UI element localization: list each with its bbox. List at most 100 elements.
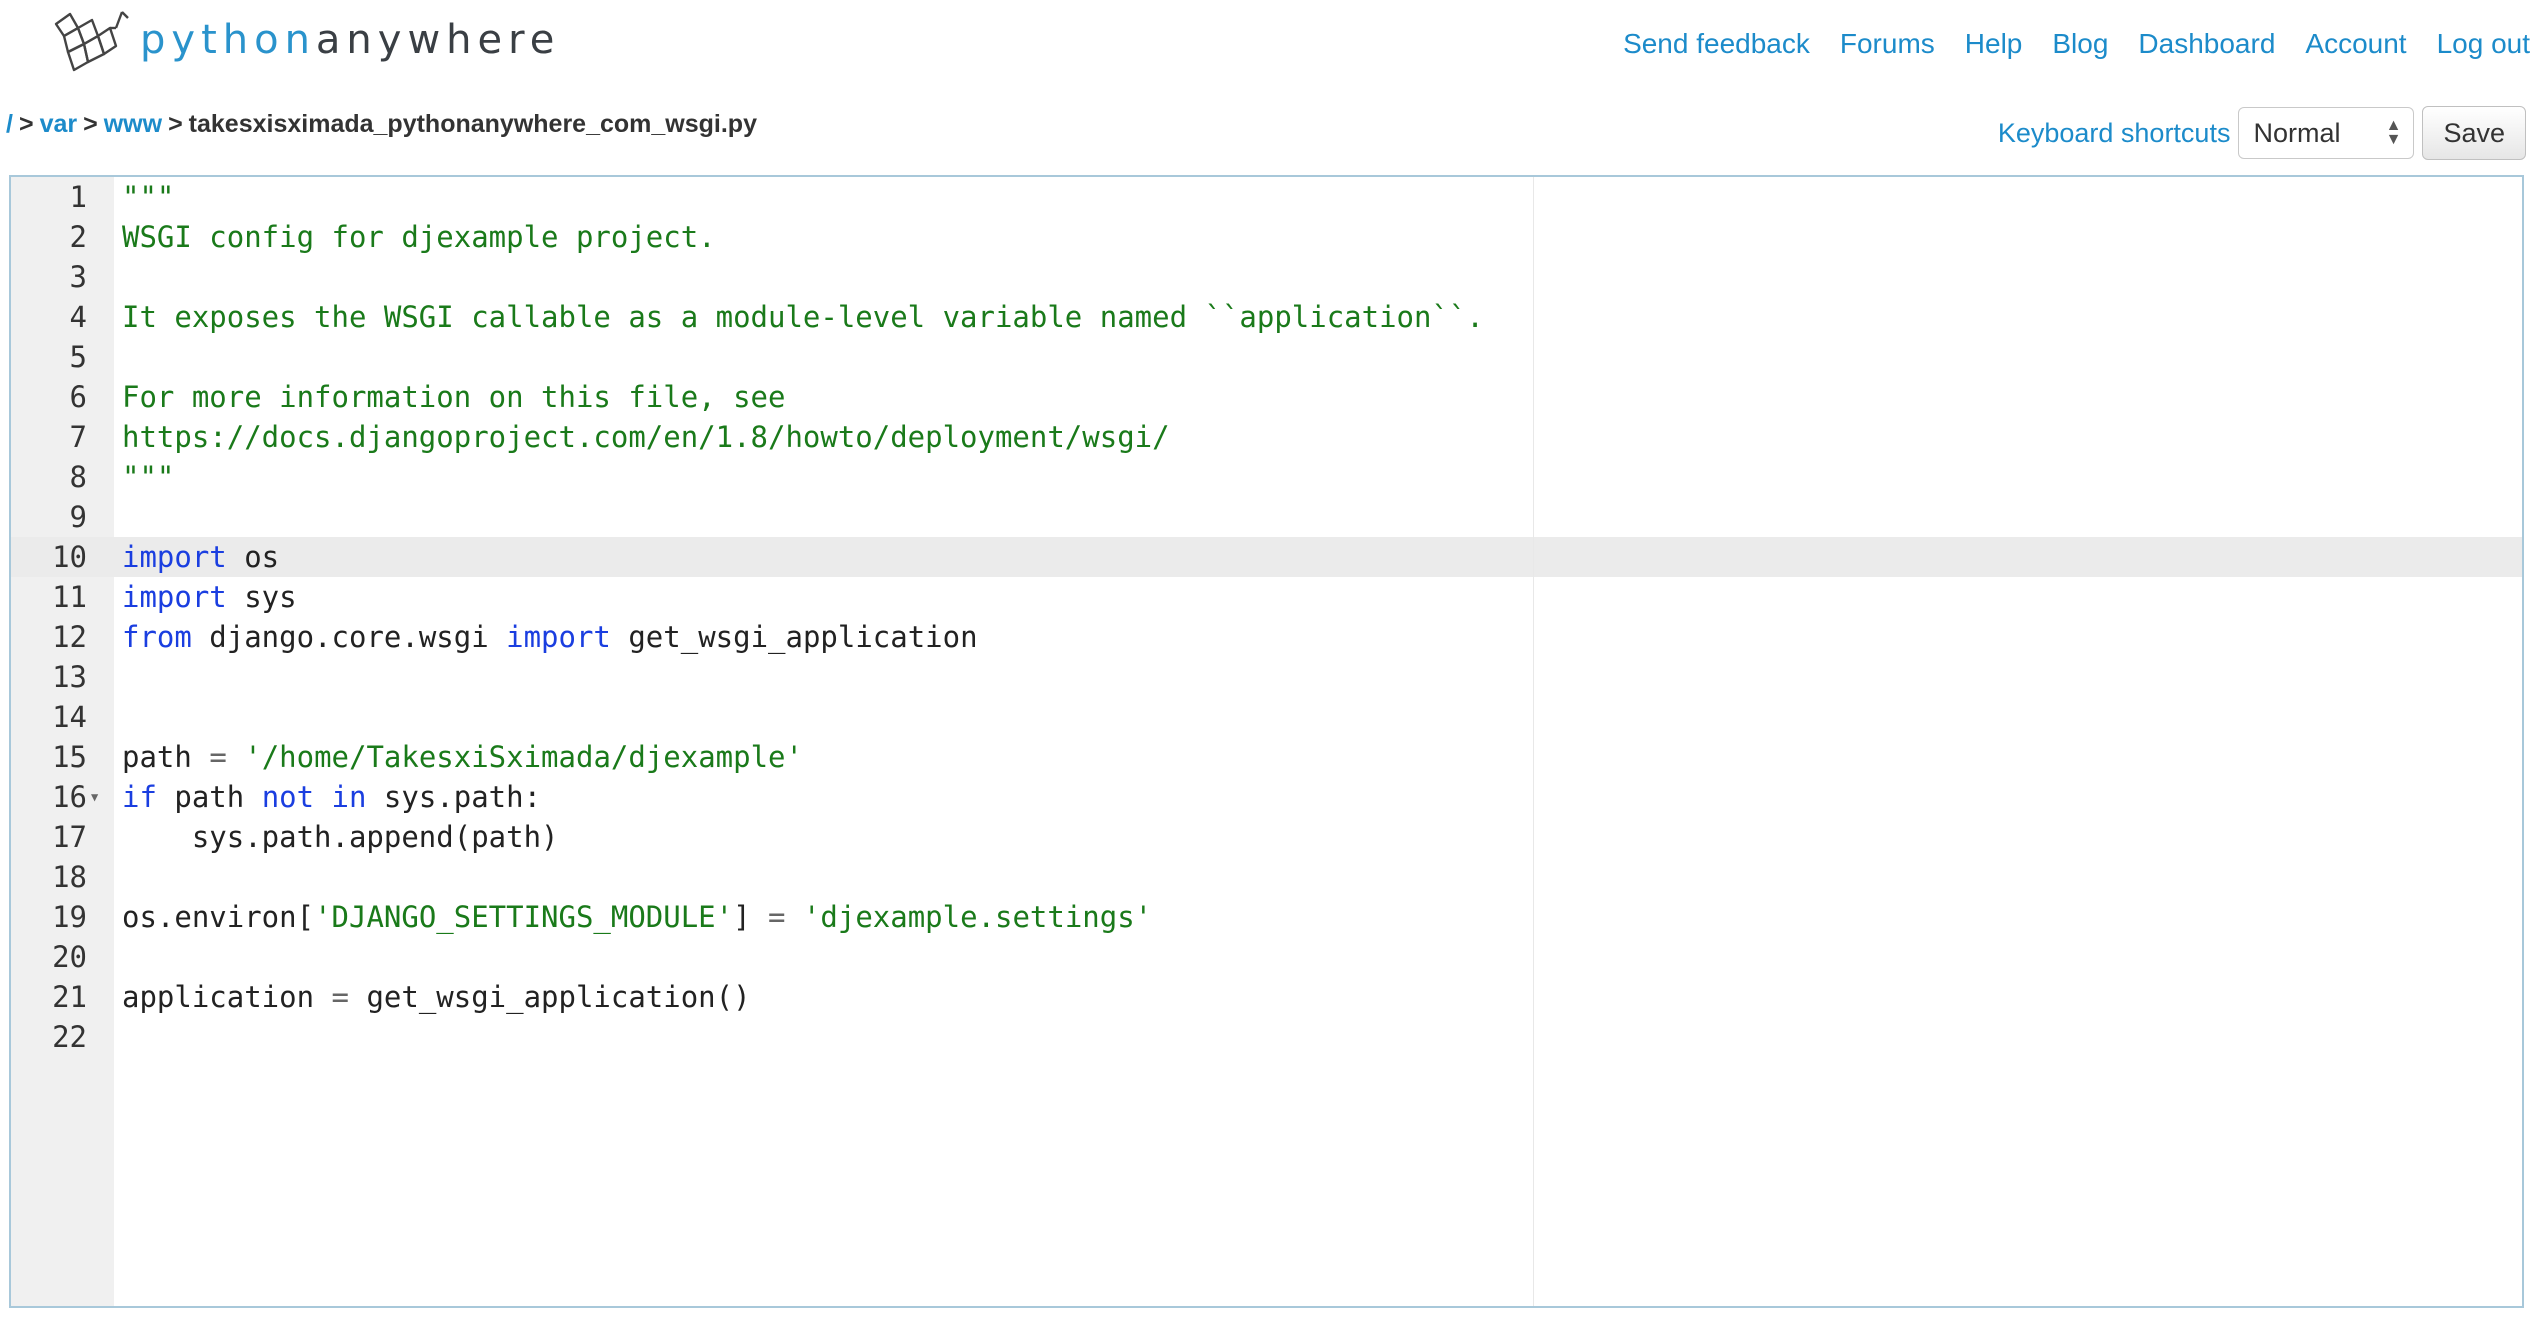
code-token-str: 'DJANGO_SETTINGS_MODULE' [314, 900, 734, 934]
line-number: 5 [69, 340, 87, 374]
code-token-str: """ [122, 460, 175, 494]
code-line[interactable]: 7 https://docs.djangoproject.com/en/1.8/h… [11, 417, 2522, 457]
line-number: 17 [52, 820, 87, 854]
code-line[interactable]: 2 WSGI config for djexample project. [11, 217, 2522, 257]
nav-forums[interactable]: Forums [1840, 28, 1935, 60]
code-line[interactable]: 17 sys.path.append(path) [11, 817, 2522, 857]
line-number: 4 [69, 300, 87, 334]
code-token-op: = [768, 900, 786, 934]
code-lines[interactable]: 1 """ 2 WSGI config for djexample project. 3… [11, 177, 2522, 1057]
code-token-op: = [209, 740, 227, 774]
code-line[interactable]: 10 import os [11, 537, 2522, 577]
keyboard-shortcuts-link[interactable]: Keyboard shortcuts [1998, 118, 2231, 149]
code-token-str: '/home/TakesxiSximada/djexample' [244, 740, 803, 774]
fold-toggle-icon[interactable]: ▼ [91, 777, 98, 817]
code-token-kw: import [122, 540, 227, 574]
code-line[interactable]: 11 import sys [11, 577, 2522, 617]
logo-wordmark: pythonanywhere [140, 17, 560, 63]
nav-log-out[interactable]: Log out [2437, 28, 2530, 60]
line-number: 12 [52, 620, 87, 654]
line-number: 1 [69, 180, 87, 214]
code-token-txt: path [122, 740, 210, 774]
code-line[interactable]: 12 from django.core.wsgi import get_wsgi_… [11, 617, 2522, 657]
nav-account[interactable]: Account [2305, 28, 2406, 60]
code-line[interactable]: 13 [11, 657, 2522, 697]
code-token-kw: not [261, 780, 315, 814]
breadcrumb-www[interactable]: www [104, 110, 162, 138]
code-line[interactable]: 16 ▼ if path not in sys.path: [11, 777, 2522, 817]
code-token-txt: get_wsgi_application() [348, 980, 751, 1014]
logo-mark-icon [54, 11, 129, 72]
code-text: import sys [122, 577, 297, 617]
code-token-kw: import [506, 620, 611, 654]
code-line[interactable]: 8 """ [11, 457, 2522, 497]
line-number: 22 [52, 1020, 87, 1054]
line-number: 6 [69, 380, 87, 414]
line-number: 16 [52, 780, 87, 814]
code-token-txt: sys [226, 580, 297, 614]
pythonanywhere-logo[interactable]: pythonanywhere [48, 6, 560, 78]
code-token-kw: if [122, 780, 157, 814]
code-text: """ [122, 177, 174, 217]
code-token-txt: path [156, 780, 262, 814]
code-token-str: https://docs.djangoproject.com/en/1.8/ho… [122, 420, 1170, 454]
save-button[interactable]: Save [2422, 106, 2526, 160]
code-token-str: For more information on this file, see [122, 380, 786, 414]
code-text: sys.path.append(path) [122, 817, 559, 857]
code-token-txt: application [122, 980, 332, 1014]
top-nav: Send feedback Forums Help Blog Dashboard… [1623, 28, 2532, 60]
line-number: 9 [69, 500, 87, 534]
breadcrumb-separator: > [83, 110, 98, 138]
code-token-str: 'djexample.settings' [802, 900, 1153, 934]
code-text: os.environ['DJANGO_SETTINGS_MODULE'] = '… [122, 897, 1152, 937]
select-arrows-icon: ▲ ▼ [2385, 117, 2402, 148]
code-text: WSGI config for djexample project. [122, 217, 716, 257]
nav-send-feedback[interactable]: Send feedback [1623, 28, 1810, 60]
code-token-op: = [331, 980, 349, 1014]
code-token-str: """ [122, 180, 175, 214]
code-text: path = '/home/TakesxiSximada/djexample' [122, 737, 803, 777]
line-number: 20 [52, 940, 87, 974]
line-number: 11 [52, 580, 87, 614]
code-text: """ [122, 457, 174, 497]
breadcrumb-var[interactable]: var [40, 110, 78, 138]
code-line[interactable]: 20 [11, 937, 2522, 977]
editor-toolbar: Keyboard shortcuts Normal ▲ ▼ Save [1998, 106, 2526, 160]
code-token-str: WSGI config for djexample project. [122, 220, 716, 254]
code-line[interactable]: 19 os.environ['DJANGO_SETTINGS_MODULE'] =… [11, 897, 2522, 937]
breadcrumb-separator: > [18, 110, 34, 138]
code-line[interactable]: 6 For more information on this file, see [11, 377, 2522, 417]
code-line[interactable]: 14 [11, 697, 2522, 737]
code-text: import os [122, 537, 279, 577]
code-line[interactable]: 5 [11, 337, 2522, 377]
code-line[interactable]: 4 It exposes the WSGI callable as a modul… [11, 297, 2522, 337]
breadcrumb-root[interactable]: / [6, 110, 13, 138]
code-token-txt: sys.path.append(path) [122, 820, 559, 854]
code-line[interactable]: 9 [11, 497, 2522, 537]
code-token-str: It exposes the WSGI callable as a module… [122, 300, 1484, 334]
code-line[interactable]: 15 path = '/home/TakesxiSximada/djexample… [11, 737, 2522, 777]
breadcrumb: / > var > www > takesxisximada_pythonanywhere_… [6, 110, 757, 139]
code-line[interactable]: 21 application = get_wsgi_application() [11, 977, 2522, 1017]
code-token-txt: get_wsgi_application [610, 620, 978, 654]
code-line[interactable]: 1 """ [11, 177, 2522, 217]
code-line[interactable]: 22 [11, 1017, 2522, 1057]
keybinding-mode-select[interactable]: Normal ▲ ▼ [2238, 107, 2415, 159]
nav-help[interactable]: Help [1965, 28, 2023, 60]
code-editor[interactable]: 1 """ 2 WSGI config for djexample project. 3… [9, 175, 2524, 1308]
code-text: application = get_wsgi_application() [122, 977, 751, 1017]
line-number: 18 [52, 860, 87, 894]
line-number: 3 [69, 260, 87, 294]
code-token-txt: ] [733, 900, 769, 934]
code-token-txt: os [226, 540, 280, 574]
code-line[interactable]: 3 [11, 257, 2522, 297]
nav-dashboard[interactable]: Dashboard [2138, 28, 2275, 60]
breadcrumb-current-file: takesxisximada_pythonanywhere_com_wsgi.p… [188, 110, 757, 138]
code-token-txt: os.environ[ [122, 900, 315, 934]
nav-blog[interactable]: Blog [2052, 28, 2108, 60]
line-number: 19 [52, 900, 87, 934]
logo-text-python: python [140, 17, 316, 63]
code-line[interactable]: 18 [11, 857, 2522, 897]
